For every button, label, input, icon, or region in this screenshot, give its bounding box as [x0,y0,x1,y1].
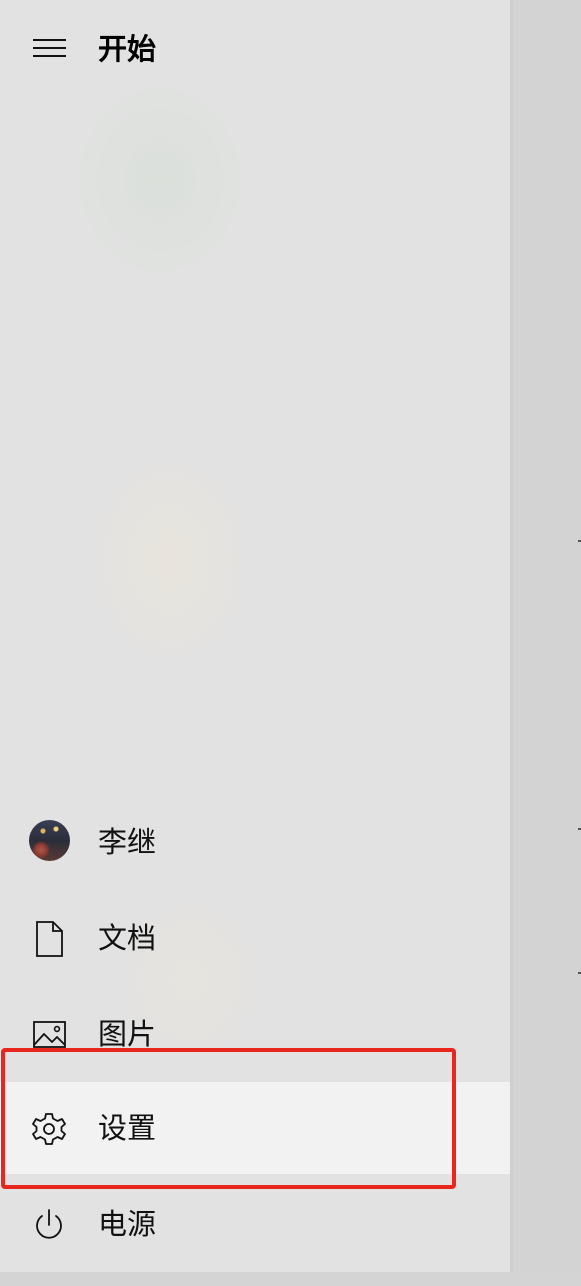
hamburger-menu-icon[interactable] [33,37,67,61]
nav-item-label: 李继 [98,825,157,859]
gear-icon [32,1113,66,1145]
panel-edge [510,0,513,1272]
nav-item-label: 电源 [98,1207,157,1241]
desktop-background [513,0,581,1286]
nav-item-label: 设置 [98,1111,157,1145]
screen: 开始 李继 文档 图片 设置 电源 [0,0,581,1286]
start-menu-title: 开始 [98,32,157,66]
start-menu-panel: 开始 李继 文档 图片 设置 电源 [0,0,512,1272]
taskbar-edge [0,1272,581,1286]
picture-icon [33,1021,66,1048]
nav-item-label: 文档 [98,921,157,955]
nav-item-documents[interactable]: 文档 [0,892,510,984]
document-icon [36,921,63,957]
power-icon [36,1209,62,1239]
nav-item-settings[interactable]: 设置 [0,1082,510,1174]
nav-item-pictures[interactable]: 图片 [0,988,510,1080]
nav-item-user[interactable]: 李继 [0,796,510,888]
nav-item-label: 图片 [98,1017,157,1051]
nav-item-power[interactable]: 电源 [0,1178,510,1270]
user-avatar [29,820,70,861]
